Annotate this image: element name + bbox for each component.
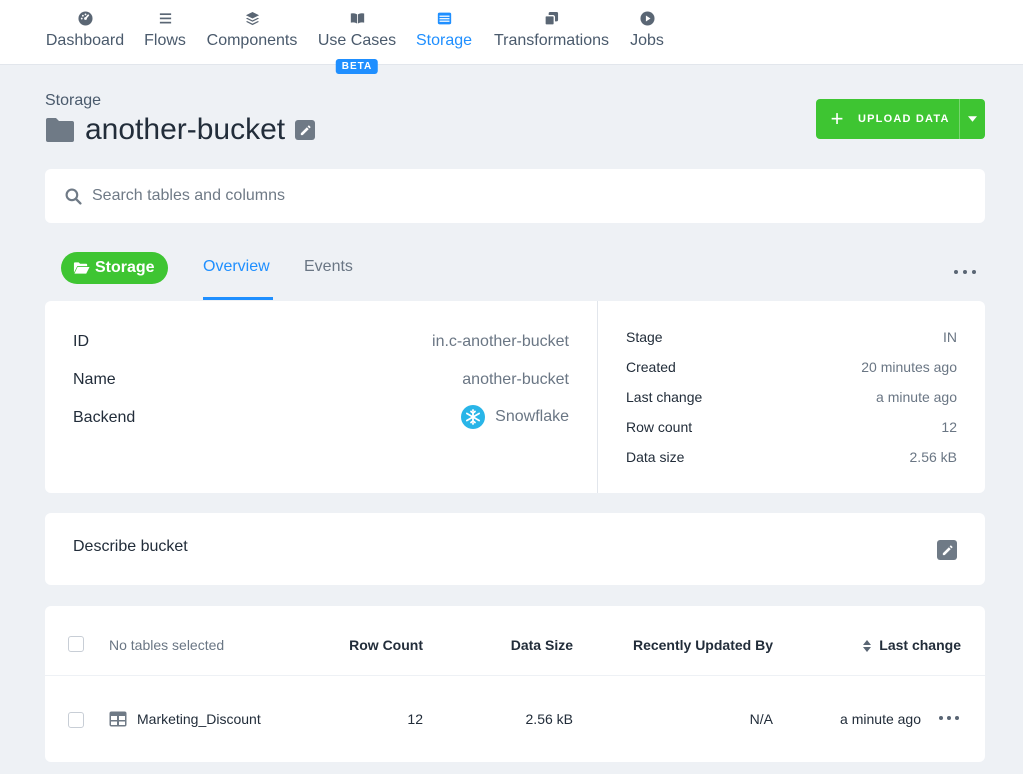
layers-icon [205,11,299,29]
sort-icon [863,640,872,653]
id-value: in.c-another-bucket [432,333,569,350]
describe-card: Describe bucket [45,513,985,585]
backend-name: Snowflake [495,408,569,425]
search-bar [45,169,985,223]
column-header-last-change[interactable]: Last change [863,637,961,653]
nav-item-components[interactable]: Components [205,10,299,50]
last-change-label: Last change [626,389,703,405]
breadcrumb[interactable]: Storage [45,92,101,110]
table-icon [109,711,127,727]
row-count-cell: 12 [407,711,423,727]
last-change-header-label: Last change [879,637,961,653]
plus-icon: + [830,106,844,131]
data-size-label: Data size [626,449,685,465]
nav-label: Storage [415,32,473,49]
tables-card: No tables selected Row Count Data Size R… [45,606,985,762]
created-value: 20 minutes ago [861,359,957,375]
storage-back-button[interactable]: Storage [61,252,168,284]
backend-label: Backend [73,409,136,426]
snowflake-icon [461,405,486,429]
tab-active-indicator [203,297,273,300]
column-header-data-size[interactable]: Data Size [511,637,573,653]
stage-value: IN [943,329,957,345]
nav-item-storage[interactable]: Storage [414,10,474,50]
nav-label: Dashboard [45,32,125,49]
storage-pill-label: Storage [95,259,155,276]
nav-label: Jobs [630,32,664,49]
play-circle-icon [628,11,666,29]
data-size-value: 2.56 kB [909,449,957,465]
table-name[interactable]: Marketing_Discount [137,711,261,727]
beta-badge: BETA [335,59,379,74]
page-header: another-bucket [45,113,316,147]
search-input[interactable] [92,187,892,205]
describe-bucket-label: Describe bucket [73,538,188,555]
folder-icon [46,118,74,142]
upload-data-label: UPLOAD DATA [858,113,950,125]
created-label: Created [626,359,676,375]
nav-label: Flows [144,32,186,49]
page-title: another-bucket [85,113,286,146]
nav-label: Transformations [494,32,609,49]
selection-header: No tables selected [109,637,225,653]
edit-title-button[interactable] [295,120,316,140]
last-change-value: a minute ago [876,389,957,405]
nav-item-use-cases[interactable]: Use Cases BETA [317,10,397,74]
copy-icon [492,11,611,29]
select-all-checkbox[interactable] [68,636,84,652]
divider [597,301,598,493]
column-header-row-count[interactable]: Row Count [349,637,423,653]
data-size-cell: 2.56 kB [525,711,573,727]
edit-description-button[interactable] [937,540,957,560]
last-change-cell: a minute ago [840,711,921,727]
name-value: another-bucket [462,371,569,388]
list-icon [143,11,187,29]
nav-item-transformations[interactable]: Transformations [492,10,611,50]
row-count-label: Row count [626,419,693,435]
column-header-updated-by[interactable]: Recently Updated By [633,637,773,653]
upload-dropdown-toggle[interactable] [959,99,985,139]
gauge-icon [45,11,125,29]
folder-open-icon [73,262,90,274]
overview-card: ID in.c-another-bucket Name another-buck… [45,301,985,493]
top-navigation: Dashboard Flows Components Use Cases BET… [0,0,1023,74]
pencil-icon [942,544,953,555]
more-options-button[interactable] [954,262,976,282]
nav-item-dashboard[interactable]: Dashboard [45,10,125,50]
row-count-value: 12 [941,419,957,435]
nav-item-flows[interactable]: Flows [143,10,187,50]
pencil-icon [300,124,311,135]
id-label: ID [73,333,89,350]
stage-label: Stage [626,329,663,345]
backend-value: Snowflake [461,405,569,429]
row-checkbox[interactable] [68,712,84,728]
nav-label: Components [206,32,298,49]
database-icon [414,11,474,29]
tab-overview[interactable]: Overview [203,258,270,276]
search-icon [65,188,82,205]
book-icon [317,11,397,29]
name-label: Name [73,371,116,388]
header-separator [45,675,985,676]
nav-item-jobs[interactable]: Jobs [628,10,666,50]
nav-label: Use Cases [317,32,397,49]
row-actions-button[interactable] [939,716,959,722]
tab-events[interactable]: Events [304,258,353,276]
caret-down-icon [968,116,977,122]
upload-data-button[interactable]: + UPLOAD DATA [816,99,985,139]
updated-by-cell: N/A [749,711,773,727]
